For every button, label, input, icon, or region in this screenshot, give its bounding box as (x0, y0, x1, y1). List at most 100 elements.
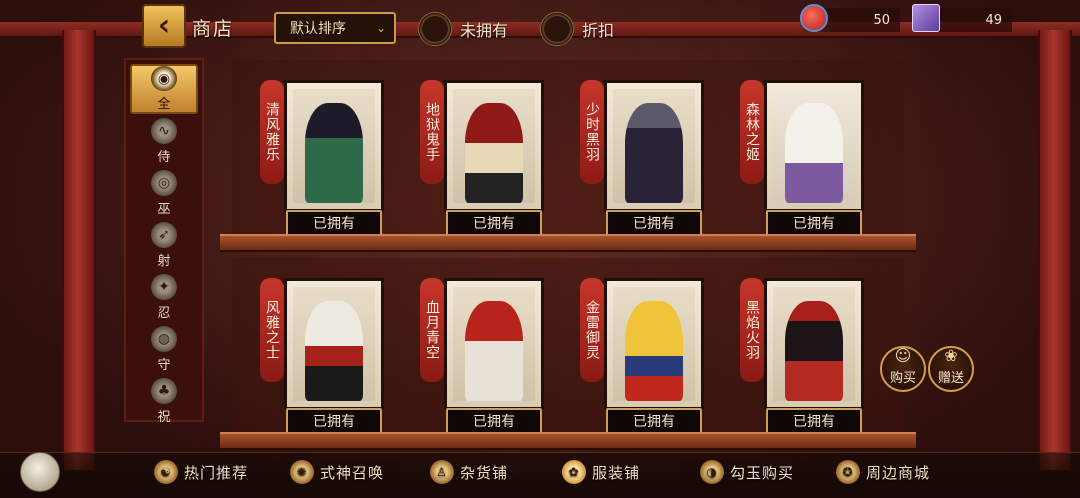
character-figure (785, 300, 843, 401)
chevron-left-icon: ‹ (157, 8, 171, 43)
category-label: 祝 (157, 409, 171, 425)
filter-unowned[interactable]: 未拥有 (418, 12, 508, 46)
nav-jade[interactable]: ◑ 勾玉购买 (700, 456, 794, 488)
grocery-icon: ♙ (430, 460, 454, 484)
category-label: 全 (157, 97, 171, 112)
gift-label: 赠送 (937, 371, 964, 386)
skin-portrait (293, 89, 375, 203)
gift-icon: ❀ (944, 346, 958, 365)
category-label: 守 (157, 357, 171, 373)
category-label: 巫 (157, 201, 171, 217)
skin-name: 森林之姬 (740, 80, 764, 184)
skin-card[interactable] (604, 80, 704, 212)
guard-icon: ◍ (151, 325, 177, 352)
nav-label: 勾玉购买 (730, 463, 795, 482)
category-sidebar: ◉ 全 ∿ 侍 ◎ 巫 ➶ 射 ✦ 忍 ◍ 守 ♣ 祝 (124, 58, 204, 425)
filter-discount[interactable]: 折扣 (540, 12, 614, 46)
character-figure (625, 102, 683, 203)
skin-card[interactable] (764, 278, 864, 410)
nav-summon[interactable]: ✺ 式神召唤 (290, 456, 384, 488)
left-pillar (62, 30, 96, 470)
nav-label: 服装铺 (592, 463, 641, 482)
skin-card[interactable] (444, 80, 544, 212)
owned-button[interactable]: 已拥有 (446, 210, 542, 236)
nav-costume[interactable]: ✿ 服装铺 (562, 456, 640, 488)
owned-button[interactable]: 已拥有 (606, 408, 702, 434)
nav-merch[interactable]: ✪ 周边商城 (836, 456, 930, 488)
category-samurai[interactable]: ∿ 侍 (130, 116, 198, 166)
ticket-icon (912, 4, 940, 32)
owned-button[interactable]: 已拥有 (286, 408, 382, 434)
currency-ticket-value: 49 (985, 12, 1002, 28)
currency-jade[interactable]: 50 (800, 4, 900, 32)
skin-name: 少时黑羽 (580, 80, 604, 184)
owned-button[interactable]: 已拥有 (766, 408, 862, 434)
chevron-down-icon: ⌄ (375, 21, 386, 35)
sort-dropdown[interactable]: 默认排序 ⌄ (274, 12, 396, 44)
skin-card[interactable] (284, 80, 384, 212)
owned-button[interactable]: 已拥有 (286, 210, 382, 236)
skin-card[interactable] (444, 278, 544, 410)
owned-button[interactable]: 已拥有 (446, 408, 542, 434)
mascot-icon[interactable] (20, 452, 60, 492)
category-guard[interactable]: ◍ 守 (130, 324, 198, 374)
character-figure (785, 102, 843, 203)
category-blessing[interactable]: ♣ 祝 (130, 376, 198, 426)
skin-name: 地狱鬼手 (420, 80, 444, 184)
nav-hot[interactable]: ☯ 热门推荐 (154, 456, 248, 488)
nav-label: 热门推荐 (184, 463, 249, 482)
category-label: 忍 (157, 305, 171, 321)
radio-icon (418, 12, 452, 46)
category-label: 射 (157, 253, 171, 269)
merch-icon: ✪ (836, 460, 860, 484)
currency-jade-value: 50 (873, 12, 890, 28)
category-label: 侍 (157, 149, 171, 165)
skin-portrait (613, 89, 695, 203)
owned-button[interactable]: 已拥有 (766, 210, 862, 236)
nav-grocery[interactable]: ♙ 杂货铺 (430, 456, 508, 488)
jade-icon: ◑ (700, 460, 724, 484)
sort-label: 默认排序 (290, 21, 346, 37)
buy-button[interactable]: ☺ 购买 (880, 346, 926, 392)
nav-label: 杂货铺 (460, 463, 509, 482)
skin-name: 金雷御灵 (580, 278, 604, 382)
buy-label: 购买 (889, 371, 916, 386)
archer-icon: ➶ (151, 221, 177, 248)
skin-portrait (453, 287, 535, 401)
costume-icon: ✿ (562, 460, 586, 484)
category-ninja[interactable]: ✦ 忍 (130, 272, 198, 322)
currency-ticket[interactable]: 49 (912, 4, 1012, 32)
nav-label: 周边商城 (866, 463, 931, 482)
character-figure (625, 300, 683, 401)
all-icon: ◉ (151, 66, 177, 91)
owned-button[interactable]: 已拥有 (606, 210, 702, 236)
filter-discount-label: 折扣 (582, 21, 615, 40)
skin-name: 黑焰火羽 (740, 278, 764, 382)
category-all[interactable]: ◉ 全 (130, 64, 198, 114)
hot-icon: ☯ (154, 460, 178, 484)
skin-card[interactable] (284, 278, 384, 410)
right-pillar (1038, 30, 1072, 470)
skin-portrait (773, 287, 855, 401)
skin-portrait (613, 287, 695, 401)
blessing-icon: ♣ (151, 377, 177, 404)
back-button[interactable]: ‹ (142, 4, 186, 48)
skin-card[interactable] (764, 80, 864, 212)
skin-name: 血月青空 (420, 278, 444, 382)
radio-icon (540, 12, 574, 46)
category-archer[interactable]: ➶ 射 (130, 220, 198, 270)
page-title: 商店 (192, 18, 235, 40)
skin-portrait (453, 89, 535, 203)
skin-card[interactable] (604, 278, 704, 410)
character-figure (305, 300, 363, 401)
samurai-icon: ∿ (151, 117, 177, 144)
shrine-icon: ◎ (151, 169, 177, 196)
character-figure (305, 102, 363, 203)
ninja-icon: ✦ (151, 273, 177, 300)
character-figure (465, 102, 523, 203)
skin-portrait (293, 287, 375, 401)
gift-button[interactable]: ❀ 赠送 (928, 346, 974, 392)
cat-icon: ☺ (894, 346, 912, 365)
category-shrine[interactable]: ◎ 巫 (130, 168, 198, 218)
skin-name: 风雅之士 (260, 278, 284, 382)
